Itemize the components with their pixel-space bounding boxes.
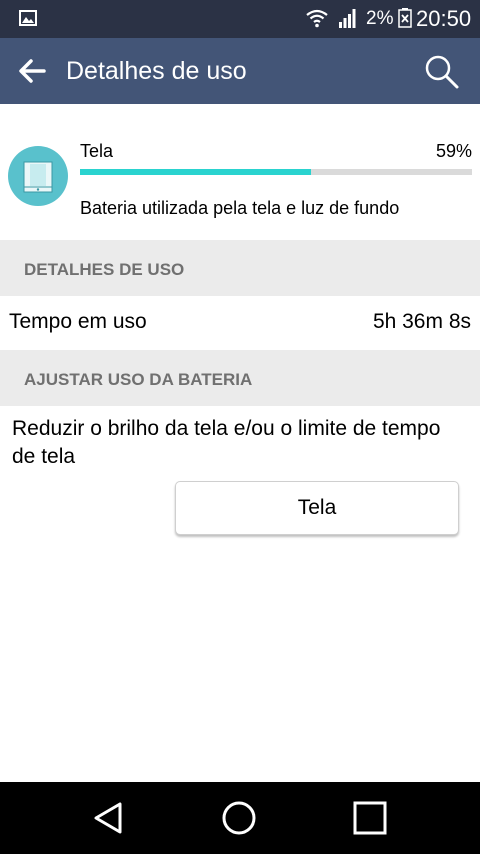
usage-time-row: Tempo em uso 5h 36m 8s — [0, 296, 480, 350]
battery-icon — [398, 8, 412, 28]
signal-icon — [339, 9, 356, 28]
wifi-icon — [306, 9, 328, 28]
section-header-details: DETALHES DE USO — [0, 240, 480, 296]
clock: 20:50 — [416, 6, 472, 31]
app-bar: Detalhes de uso — [0, 38, 480, 104]
usage-description: Bateria utilizada pela tela e luz de fun… — [80, 198, 400, 218]
screen-icon — [8, 146, 68, 206]
usage-progress-track — [80, 169, 472, 175]
search-icon[interactable] — [424, 54, 460, 90]
section-header-adjust-label: AJUSTAR USO DA BATERIA — [24, 370, 253, 389]
status-bar: 2% 20:50 — [0, 0, 480, 38]
gallery-icon — [19, 10, 37, 26]
section-header-details-label: DETALHES DE USO — [24, 260, 185, 279]
usage-name: Tela — [80, 141, 114, 161]
screen-settings-button[interactable]: Tela — [175, 481, 459, 535]
home-circle-icon[interactable] — [221, 800, 257, 836]
navigation-bar — [0, 782, 480, 854]
usage-time-label: Tempo em uso — [9, 310, 147, 333]
usage-progress-fill — [80, 169, 312, 175]
back-triangle-icon[interactable] — [90, 800, 126, 836]
arrow-left-icon[interactable] — [16, 55, 48, 87]
recents-square-icon[interactable] — [352, 800, 388, 836]
usage-item: Tela 59% Bateria utilizada pela tela e l… — [0, 104, 480, 240]
usage-percent: 59% — [435, 141, 472, 161]
section-header-adjust: AJUSTAR USO DA BATERIA — [0, 350, 480, 406]
usage-time-value: 5h 36m 8s — [372, 310, 471, 333]
adjust-description: Reduzir o brilho da tela e/ou o limite d… — [12, 417, 441, 468]
page-title: Detalhes de uso — [66, 57, 247, 85]
battery-percent: 2% — [366, 8, 394, 29]
